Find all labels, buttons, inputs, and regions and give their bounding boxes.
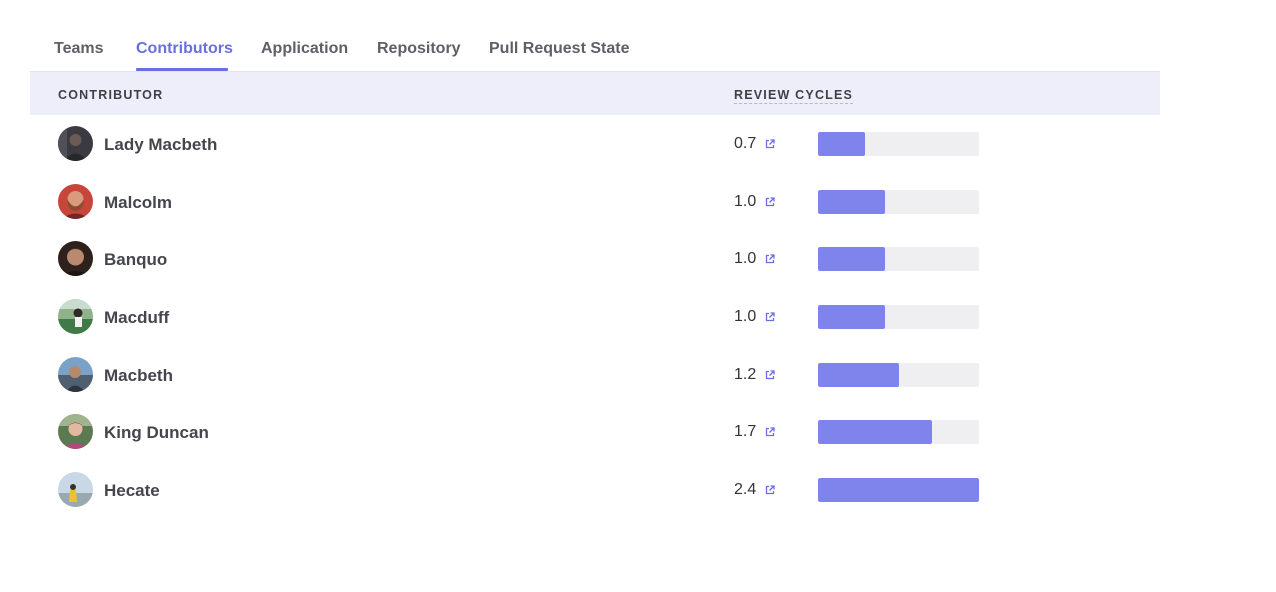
table-header: CONTRIBUTOR REVIEW CYCLES [30,72,1160,115]
external-link-icon[interactable] [765,427,775,437]
tab-application[interactable]: Application [261,40,348,58]
avatar [58,126,93,161]
review-cycles-bar [818,420,933,445]
table-row[interactable]: Lady Macbeth 0.7 [30,115,1160,173]
table-body: Lady Macbeth 0.7 Malcolm 1.0 Banquo 1.0 Macduf… [30,115,1160,519]
review-cycles-value: 2.4 [734,481,757,499]
review-cycles-bar [818,478,979,503]
table-row[interactable]: Malcolm 1.0 [30,173,1160,231]
column-header-contributor: CONTRIBUTOR [58,88,164,102]
review-cycles-value: 1.7 [734,423,757,441]
column-header-review-cycles[interactable]: REVIEW CYCLES [734,88,854,104]
external-link-icon[interactable] [765,312,775,322]
contributor-name[interactable]: Lady Macbeth [104,135,217,155]
review-cycles-bar-track [818,132,979,156]
review-cycles-value: 1.0 [734,250,757,268]
tab-pull-request-state[interactable]: Pull Request State [489,40,629,58]
avatar [58,414,93,450]
avatar [58,183,93,219]
tab-contributors[interactable]: Contributors [136,40,233,58]
review-cycles-value: 1.2 [734,365,757,383]
review-cycles-value: 1.0 [734,308,757,326]
review-cycles-bar-track [818,420,979,445]
table-row[interactable]: Hecate 2.4 [30,461,1160,519]
tab-repository[interactable]: Repository [377,40,461,58]
table-row[interactable]: Macbeth 1.2 [30,346,1160,404]
external-link-icon[interactable] [765,197,775,207]
external-link-icon[interactable] [765,485,775,495]
contributor-name[interactable]: Macbeth [104,366,173,386]
review-cycles-bar [818,305,886,330]
external-link-icon[interactable] [765,254,775,264]
avatar [58,299,93,335]
contributor-name[interactable]: Hecate [104,481,160,501]
table-row[interactable]: King Duncan 1.7 [30,403,1160,461]
review-cycles-bar [818,189,886,214]
review-cycles-bar-track [818,478,979,503]
avatar [58,472,93,508]
avatar [58,241,93,277]
review-cycles-value: 1.0 [734,192,757,210]
tab-bar: Teams Contributors Application Repositor… [30,0,1160,72]
review-cycles-bar-track [818,247,979,272]
review-cycles-bar-track [818,189,979,214]
review-cycles-value: 0.7 [734,135,757,152]
active-tab-indicator [136,68,228,71]
table-row[interactable]: Macduff 1.0 [30,288,1160,346]
avatar [58,356,93,392]
tab-teams[interactable]: Teams [54,40,104,58]
external-link-icon[interactable] [765,139,775,149]
review-cycles-bar [818,132,865,156]
review-cycles-bar-track [818,362,979,387]
contributor-name[interactable]: Macduff [104,308,169,328]
contributor-name[interactable]: King Duncan [104,423,209,443]
review-cycles-bar [818,362,899,387]
contributor-name[interactable]: Malcolm [104,193,172,213]
external-link-icon[interactable] [765,370,775,380]
contributor-name[interactable]: Banquo [104,250,167,270]
review-cycles-bar [818,247,886,272]
table-row[interactable]: Banquo 1.0 [30,230,1160,288]
review-cycles-panel: Teams Contributors Application Repositor… [30,0,1160,519]
review-cycles-bar-track [818,305,979,330]
